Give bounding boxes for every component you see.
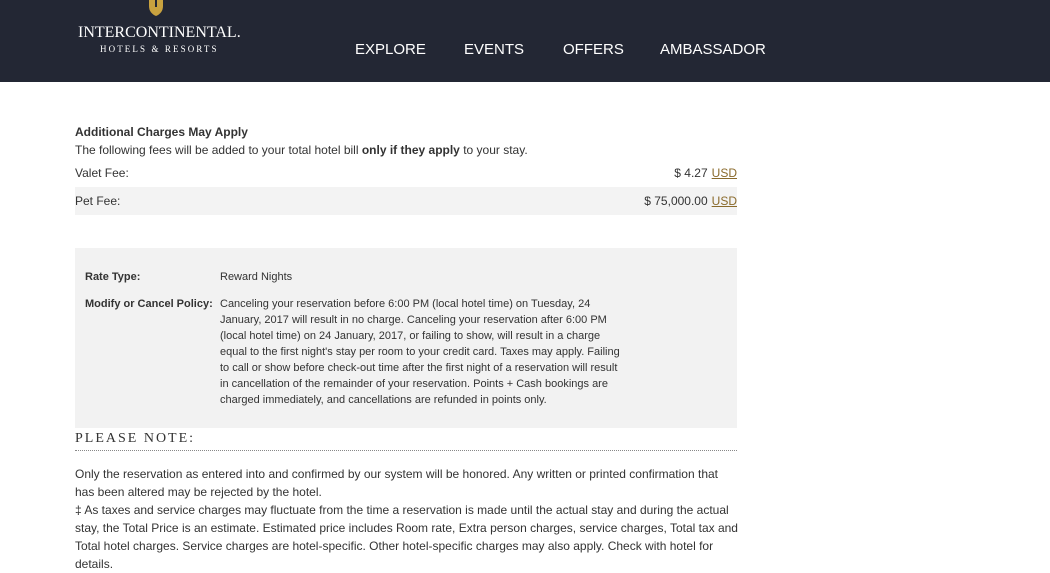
fee-label: Valet Fee: bbox=[75, 166, 129, 180]
rate-type-value: Reward Nights bbox=[220, 271, 293, 283]
nav-offers[interactable]: OFFERS bbox=[563, 41, 624, 58]
rate-policy-panel: Rate Type: Reward Nights Modify or Cance… bbox=[75, 248, 737, 428]
site-header: INTERCONTINENTAL. HOTELS & RESORTS EXPLO… bbox=[0, 0, 1050, 82]
please-note-heading: PLEASE NOTE: bbox=[75, 431, 737, 451]
currency-link[interactable]: USD bbox=[712, 194, 737, 208]
additional-charges-description: The following fees will be added to your… bbox=[75, 143, 528, 157]
intercontinental-emblem-icon bbox=[149, 0, 163, 16]
rate-type-label: Rate Type: bbox=[85, 271, 141, 283]
fee-amount: $ 4.27 USD bbox=[674, 166, 737, 180]
nav-events[interactable]: EVENTS bbox=[464, 41, 524, 58]
fee-row-valet: Valet Fee: $ 4.27 USD bbox=[75, 159, 737, 187]
nav-ambassador[interactable]: AMBASSADOR bbox=[660, 41, 766, 58]
additional-charges-title: Additional Charges May Apply bbox=[75, 125, 248, 139]
currency-link[interactable]: USD bbox=[712, 166, 737, 180]
note-paragraph: Only the reservation as entered into and… bbox=[75, 467, 718, 499]
note-paragraph: ‡ As taxes and service charges may fluct… bbox=[75, 503, 738, 571]
please-note-body: Only the reservation as entered into and… bbox=[75, 465, 739, 573]
cancel-policy-label: Modify or Cancel Policy: bbox=[85, 298, 213, 310]
cancel-policy-text: Canceling your reservation before 6:00 P… bbox=[220, 298, 620, 406]
nav-explore[interactable]: EXPLORE bbox=[355, 41, 426, 58]
fee-row-pet: Pet Fee: $ 75,000.00 USD bbox=[75, 187, 737, 215]
brand-logo-text[interactable]: INTERCONTINENTAL. bbox=[78, 24, 241, 42]
brand-logo-subtitle: HOTELS & RESORTS bbox=[100, 44, 219, 54]
fee-amount: $ 75,000.00 USD bbox=[644, 194, 737, 208]
fee-label: Pet Fee: bbox=[75, 194, 121, 208]
